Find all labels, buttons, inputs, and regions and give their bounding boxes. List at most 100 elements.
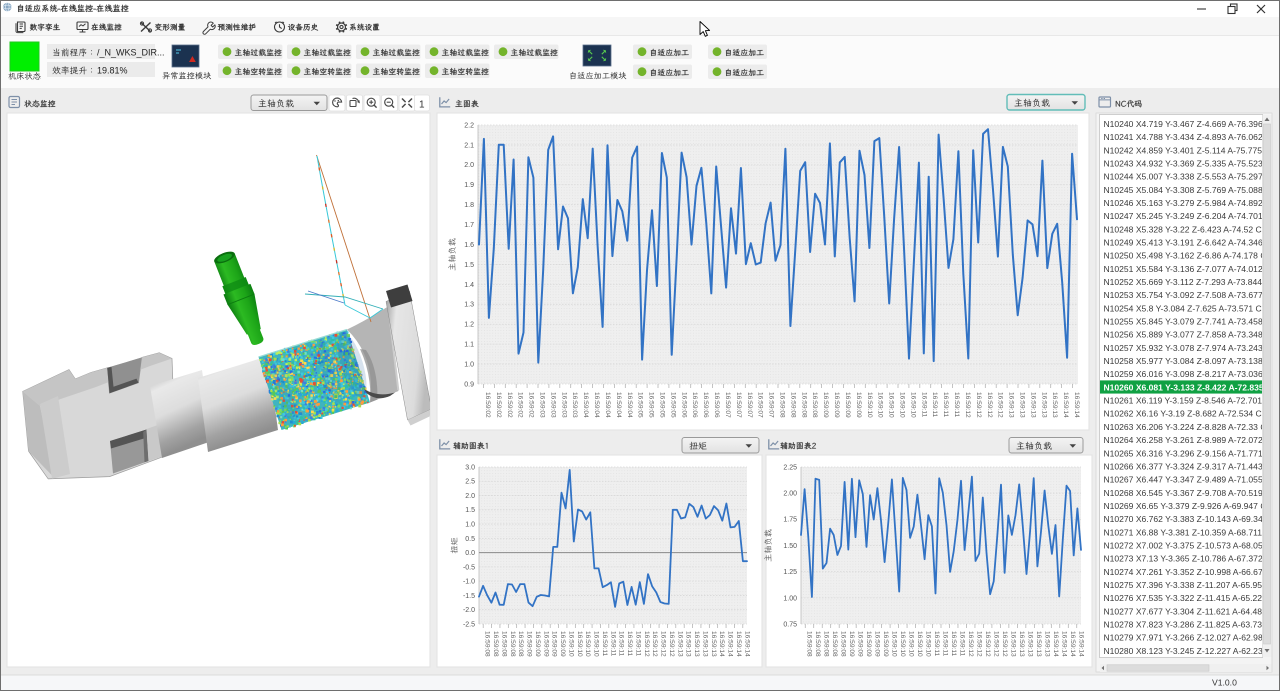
- svg-text:16:59:08: 16:59:08: [509, 631, 516, 657]
- svg-text:16:59:11: 16:59:11: [920, 392, 927, 418]
- svg-text:16:59:11: 16:59:11: [953, 392, 960, 418]
- svg-text:16:59:14: 16:59:14: [1060, 631, 1067, 657]
- svg-text:N10280 X8.123 Y-3.245 Z-12.227: N10280 X8.123 Y-3.245 Z-12.227 A-62.23: [1104, 646, 1263, 656]
- svg-text:16:59:13: 16:59:13: [1018, 631, 1025, 657]
- svg-text:16:59:11: 16:59:11: [933, 631, 940, 657]
- svg-text:16:59:14: 16:59:14: [1052, 631, 1059, 657]
- svg-text:2.0: 2.0: [464, 162, 474, 169]
- svg-text:N10269 X6.65 Y-3.379 Z-9.926 A: N10269 X6.65 Y-3.379 Z-9.926 A-69.947 C: [1104, 501, 1267, 511]
- svg-text:16:59:13: 16:59:13: [685, 631, 692, 657]
- svg-text:16:59:03: 16:59:03: [560, 392, 567, 418]
- svg-text:N10264 X6.258 Y-3.261 Z-8.989: N10264 X6.258 Y-3.261 Z-8.989 A-72.072: [1104, 435, 1263, 445]
- svg-text:16:59:12: 16:59:12: [975, 392, 982, 418]
- svg-text:16:59:09: 16:59:09: [542, 631, 549, 657]
- svg-text:N10256 X5.889 Y-3.077 Z-7.858: N10256 X5.889 Y-3.077 Z-7.858 A-73.348: [1104, 330, 1263, 340]
- svg-text:16:59:08: 16:59:08: [517, 631, 524, 657]
- svg-text:N10252 X5.669 Y-3.112 Z-7.293: N10252 X5.669 Y-3.112 Z-7.293 A-73.844: [1104, 277, 1263, 287]
- svg-text:16:59:09: 16:59:09: [855, 392, 862, 418]
- svg-text:16:59:05: 16:59:05: [648, 392, 655, 418]
- svg-text:N10262 X6.16 Y-3.19 Z-8.682 A-: N10262 X6.16 Y-3.19 Z-8.682 A-72.534 C=: [1104, 409, 1267, 419]
- svg-text:1.2: 1.2: [464, 322, 474, 329]
- svg-text:16:59:08: 16:59:08: [492, 631, 499, 657]
- svg-text:N10279 X7.971 Y-3.266 Z-12.027: N10279 X7.971 Y-3.266 Z-12.027 A-62.98: [1104, 633, 1263, 643]
- svg-text:16:59:08: 16:59:08: [840, 631, 847, 657]
- svg-text:1.1: 1.1: [464, 342, 474, 349]
- svg-text:0.9: 0.9: [464, 381, 474, 388]
- svg-text:16:59:09: 16:59:09: [833, 392, 840, 418]
- svg-text:16:59:05: 16:59:05: [669, 392, 676, 418]
- svg-text:16:59:12: 16:59:12: [643, 631, 650, 657]
- svg-text:1.8: 1.8: [464, 202, 474, 209]
- svg-text:16:59:12: 16:59:12: [668, 631, 675, 657]
- svg-text:N10253 X5.754 Y-3.092 Z-7.508: N10253 X5.754 Y-3.092 Z-7.508 A-73.677: [1104, 290, 1263, 300]
- svg-text:16:59:12: 16:59:12: [660, 631, 667, 657]
- svg-text:16:59:14: 16:59:14: [743, 631, 750, 657]
- svg-text:N10242 X4.859 Y-3.401 Z-5.114: N10242 X4.859 Y-3.401 Z-5.114 A-75.775: [1104, 145, 1263, 155]
- svg-text:16:59:10: 16:59:10: [891, 631, 898, 657]
- svg-text:16:59:14: 16:59:14: [727, 631, 734, 657]
- svg-text:N10257 X5.932 Y-3.078 Z-7.974: N10257 X5.932 Y-3.078 Z-7.974 A-73.243: [1104, 343, 1263, 353]
- svg-text:N10249 X5.413 Y-3.191 Z-6.642: N10249 X5.413 Y-3.191 Z-6.642 A-74.346: [1104, 238, 1263, 248]
- svg-text:16:59:11: 16:59:11: [634, 631, 641, 657]
- svg-text:16:59:10: 16:59:10: [909, 392, 916, 418]
- svg-text:16:59:07: 16:59:07: [724, 392, 731, 418]
- svg-text:16:59:09: 16:59:09: [534, 631, 541, 657]
- svg-text:N10265 X6.316 Y-3.296 Z-9.156: N10265 X6.316 Y-3.296 Z-9.156 A-71.771: [1104, 448, 1263, 458]
- svg-text:N10258 X5.977 Y-3.084 Z-8.097: N10258 X5.977 Y-3.084 Z-8.097 A-73.138: [1104, 356, 1263, 366]
- svg-text:N10273 X7.13 Y-3.365 Z-10.786: N10273 X7.13 Y-3.365 Z-10.786 A-67.372: [1104, 554, 1263, 564]
- svg-text:1: 1: [419, 100, 425, 111]
- svg-text:16:59:03: 16:59:03: [539, 392, 546, 418]
- svg-text:N10245 X5.084 Y-3.308 Z-5.769: N10245 X5.084 Y-3.308 Z-5.769 A-75.088: [1104, 185, 1263, 195]
- svg-text:16:59:07: 16:59:07: [757, 392, 764, 418]
- svg-text:16:59:02: 16:59:02: [506, 392, 513, 418]
- svg-text:16:59:11: 16:59:11: [618, 631, 625, 657]
- svg-text:16:59:08: 16:59:08: [484, 631, 491, 657]
- svg-text:16:59:10: 16:59:10: [877, 392, 884, 418]
- svg-text:N10277 X7.677 Y-3.304 Z-11.621: N10277 X7.677 Y-3.304 Z-11.621 A-64.48: [1104, 606, 1263, 616]
- svg-text:N10263 X6.206 Y-3.224 Z-8.828: N10263 X6.206 Y-3.224 Z-8.828 A-72.33 C: [1104, 422, 1267, 432]
- svg-text:16:59:08: 16:59:08: [831, 631, 838, 657]
- svg-text:16:59:09: 16:59:09: [882, 631, 889, 657]
- svg-text:16:59:14: 16:59:14: [1073, 392, 1080, 418]
- svg-text:1.4: 1.4: [464, 282, 474, 289]
- svg-text:N10251 X5.584 Y-3.136 Z-7.077: N10251 X5.584 Y-3.136 Z-7.077 A-74.012: [1104, 264, 1263, 274]
- svg-text:-2.5: -2.5: [463, 621, 475, 628]
- svg-text:N10267 X6.447 Y-3.347 Z-9.489: N10267 X6.447 Y-3.347 Z-9.489 A-71.055: [1104, 475, 1263, 485]
- svg-text:N10278 X7.823 Y-3.286 Z-11.825: N10278 X7.823 Y-3.286 Z-11.825 A-63.73: [1104, 619, 1263, 629]
- svg-text:N10247 X5.245 Y-3.249 Z-6.204: N10247 X5.245 Y-3.249 Z-6.204 A-74.701: [1104, 211, 1263, 221]
- svg-text:16:59:02: 16:59:02: [528, 392, 535, 418]
- svg-text:N10246 X5.163 Y-3.279 Z-5.984: N10246 X5.163 Y-3.279 Z-5.984 A-74.892: [1104, 198, 1263, 208]
- svg-text:16:59:08: 16:59:08: [800, 392, 807, 418]
- svg-text:16:59:10: 16:59:10: [925, 631, 932, 657]
- svg-text:1.0: 1.0: [464, 361, 474, 368]
- svg-text:16:59:07: 16:59:07: [768, 392, 775, 418]
- svg-text:16:59:14: 16:59:14: [1077, 631, 1084, 657]
- svg-text:N10275 X7.396 Y-3.338 Z-11.207: N10275 X7.396 Y-3.338 Z-11.207 A-65.95: [1104, 580, 1263, 590]
- svg-text:N10270 X6.762 Y-3.383 Z-10.143: N10270 X6.762 Y-3.383 Z-10.143 A-69.34: [1104, 514, 1263, 524]
- svg-text:16:59:03: 16:59:03: [571, 392, 578, 418]
- svg-text:N10271 X6.88 Y-3.381 Z-10.359: N10271 X6.88 Y-3.381 Z-10.359 A-68.711: [1104, 527, 1263, 537]
- svg-text:16:59:12: 16:59:12: [986, 392, 993, 418]
- svg-text:16:59:13: 16:59:13: [710, 631, 717, 657]
- svg-text:16:59:10: 16:59:10: [916, 631, 923, 657]
- svg-text:/_N_WKS_DIR...: /_N_WKS_DIR...: [97, 48, 165, 58]
- svg-text:16:59:11: 16:59:11: [609, 631, 616, 657]
- svg-text:16:59:11: 16:59:11: [601, 631, 608, 657]
- svg-text:1.0: 1.0: [465, 521, 475, 528]
- svg-text:16:59:13: 16:59:13: [1040, 392, 1047, 418]
- svg-text:16:59:13: 16:59:13: [1051, 392, 1058, 418]
- svg-text:N10244 X5.007 Y-3.338 Z-5.553: N10244 X5.007 Y-3.338 Z-5.553 A-75.297: [1104, 172, 1263, 182]
- svg-text:16:59:11: 16:59:11: [950, 631, 957, 657]
- svg-text:2.2: 2.2: [464, 122, 474, 129]
- svg-text:16:59:13: 16:59:13: [1043, 631, 1050, 657]
- svg-text:16:59:04: 16:59:04: [615, 392, 622, 418]
- svg-text:1.5: 1.5: [464, 262, 474, 269]
- svg-text:16:59:09: 16:59:09: [848, 631, 855, 657]
- svg-text:16:59:13: 16:59:13: [701, 631, 708, 657]
- svg-text:16:59:12: 16:59:12: [997, 392, 1004, 418]
- svg-text:16:59:08: 16:59:08: [811, 392, 818, 418]
- svg-text:16:59:12: 16:59:12: [984, 631, 991, 657]
- svg-text:16:59:05: 16:59:05: [659, 392, 666, 418]
- svg-text:1.6: 1.6: [464, 242, 474, 249]
- svg-text:16:59:10: 16:59:10: [899, 631, 906, 657]
